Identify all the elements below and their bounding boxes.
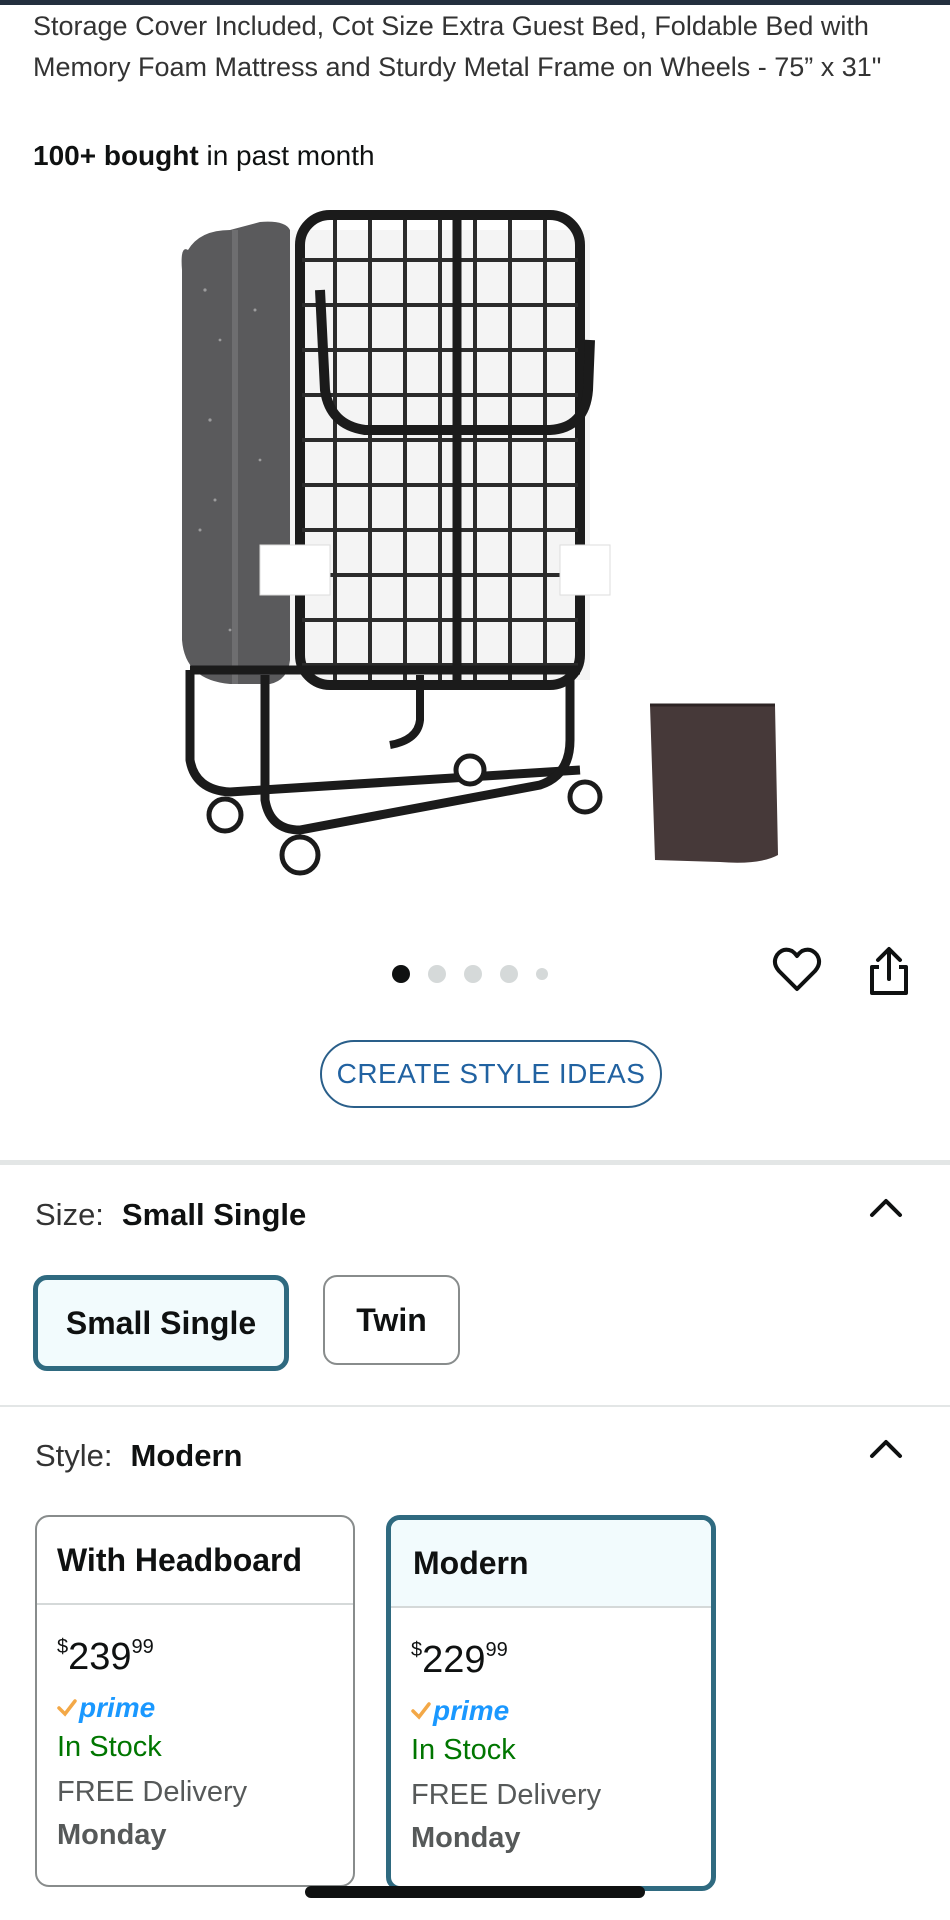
section-divider bbox=[0, 1405, 950, 1407]
create-style-ideas-button[interactable]: CREATE STYLE IDEAS bbox=[320, 1040, 662, 1108]
heart-icon bbox=[772, 947, 822, 991]
carousel-dot[interactable] bbox=[536, 968, 548, 980]
carousel-dot[interactable] bbox=[464, 965, 482, 983]
image-carousel-dots[interactable] bbox=[392, 965, 548, 983]
style-label: Style: bbox=[35, 1438, 113, 1473]
delivery-info: FREE Delivery bbox=[57, 1776, 248, 1808]
style-option-name: Modern bbox=[391, 1520, 711, 1608]
style-option-price: $22999 bbox=[411, 1639, 508, 1681]
chevron-up-icon[interactable] bbox=[868, 1195, 904, 1219]
product-title[interactable]: Storage Cover Included, Cot Size Extra G… bbox=[33, 6, 913, 88]
prime-check-icon bbox=[57, 1699, 77, 1717]
share-button[interactable] bbox=[864, 945, 914, 997]
size-label: Size: bbox=[35, 1197, 104, 1232]
prime-check-icon bbox=[411, 1702, 431, 1720]
stock-status: In Stock bbox=[411, 1734, 516, 1766]
section-divider bbox=[0, 1160, 950, 1165]
purchase-count-rest: in past month bbox=[198, 140, 375, 171]
size-option-small-single[interactable]: Small Single bbox=[33, 1275, 289, 1371]
style-option-with-headboard[interactable]: With Headboard $23999 prime In Stock FRE… bbox=[35, 1515, 355, 1887]
share-icon bbox=[870, 947, 908, 995]
prime-badge: prime bbox=[411, 1694, 691, 1728]
purchase-count: 100+ bought in past month bbox=[33, 140, 375, 172]
style-option-modern[interactable]: Modern $22999 prime In Stock FREE Delive… bbox=[386, 1515, 716, 1891]
prime-badge: prime bbox=[57, 1691, 333, 1725]
carousel-dot[interactable] bbox=[500, 965, 518, 983]
size-row-label[interactable]: Size: Small Single bbox=[35, 1197, 306, 1233]
delivery-info: FREE Delivery bbox=[411, 1779, 602, 1811]
style-option-name: With Headboard bbox=[37, 1517, 353, 1605]
carousel-dot[interactable] bbox=[428, 965, 446, 983]
style-selected-value: Modern bbox=[130, 1438, 243, 1473]
delivery-day: Monday bbox=[411, 1822, 521, 1854]
purchase-count-bold: 100+ bought bbox=[33, 140, 199, 171]
home-indicator[interactable] bbox=[305, 1886, 645, 1898]
size-selected-value: Small Single bbox=[121, 1197, 307, 1232]
storage-bag bbox=[650, 705, 778, 863]
carousel-dot[interactable] bbox=[392, 965, 410, 983]
chevron-up-icon[interactable] bbox=[868, 1436, 904, 1460]
delivery-day: Monday bbox=[57, 1819, 167, 1851]
style-option-price: $23999 bbox=[57, 1636, 154, 1678]
stock-status: In Stock bbox=[57, 1731, 162, 1763]
product-image[interactable] bbox=[160, 200, 800, 880]
style-row-label[interactable]: Style: Modern bbox=[35, 1438, 242, 1474]
wishlist-button[interactable] bbox=[772, 945, 822, 995]
top-edge-bar bbox=[0, 0, 950, 5]
size-option-twin[interactable]: Twin bbox=[323, 1275, 460, 1365]
